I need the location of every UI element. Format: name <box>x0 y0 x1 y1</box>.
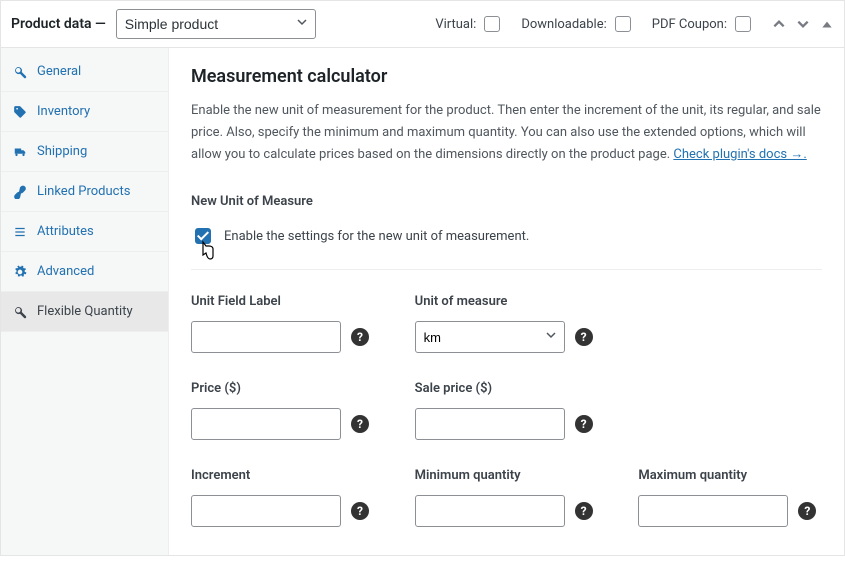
field-unit-measure: Unit of measure km ? <box>415 294 599 353</box>
pdf-coupon-checkbox[interactable] <box>735 16 751 32</box>
downloadable-toggle[interactable]: Downloadable: <box>521 13 633 35</box>
product-data-panel: Product data — Simple product Virtual: D… <box>0 0 845 556</box>
section-description: Enable the new unit of measurement for t… <box>191 100 822 166</box>
increment-input[interactable] <box>191 495 341 527</box>
panel-title: Product data — <box>11 16 106 32</box>
enable-checkbox[interactable] <box>195 228 211 244</box>
move-down-icon[interactable] <box>796 17 810 31</box>
field-min-qty: Minimum quantity ? <box>415 468 599 527</box>
help-icon[interactable]: ? <box>351 415 369 433</box>
tab-attributes[interactable]: Attributes <box>1 212 168 252</box>
help-icon[interactable]: ? <box>575 502 593 520</box>
help-icon[interactable]: ? <box>575 328 593 346</box>
help-icon[interactable]: ? <box>351 328 369 346</box>
help-icon[interactable]: ? <box>351 502 369 520</box>
price-input[interactable] <box>191 408 341 440</box>
gear-icon <box>13 265 29 279</box>
help-icon[interactable]: ? <box>575 415 593 433</box>
field-sale-price: Sale price ($) ? <box>415 381 599 440</box>
max-qty-input[interactable] <box>638 495 788 527</box>
downloadable-checkbox[interactable] <box>615 16 631 32</box>
field-increment: Increment ? <box>191 468 375 527</box>
link-icon <box>13 185 29 199</box>
list-icon <box>13 225 29 239</box>
virtual-toggle[interactable]: Virtual: <box>435 13 503 35</box>
subsection-heading: New Unit of Measure <box>191 194 822 209</box>
tab-general[interactable]: General <box>1 52 168 92</box>
help-icon[interactable]: ? <box>798 502 816 520</box>
virtual-checkbox[interactable] <box>484 16 500 32</box>
field-unit-label: Unit Field Label ? <box>191 294 375 353</box>
tag-icon <box>13 105 29 119</box>
docs-link[interactable]: Check plugin's docs →. <box>673 147 806 162</box>
tab-inventory[interactable]: Inventory <box>1 92 168 132</box>
pdf-coupon-toggle[interactable]: PDF Coupon: <box>652 13 754 35</box>
tab-advanced[interactable]: Advanced <box>1 252 168 292</box>
panel-header: Product data — Simple product Virtual: D… <box>1 1 844 48</box>
truck-icon <box>13 145 29 159</box>
tab-flexible-quantity[interactable]: Flexible Quantity <box>1 292 168 332</box>
field-max-qty: Maximum quantity ? <box>638 468 822 527</box>
sale-price-input[interactable] <box>415 408 565 440</box>
field-price: Price ($) ? <box>191 381 375 440</box>
wrench-icon <box>13 65 29 79</box>
tab-linked-products[interactable]: Linked Products <box>1 172 168 212</box>
wrench-icon <box>13 305 29 319</box>
product-tabs-sidebar: General Inventory Shipping Linked Produc… <box>1 48 169 555</box>
product-type-select[interactable]: Simple product <box>116 9 316 39</box>
move-up-icon[interactable] <box>772 17 786 31</box>
unit-label-input[interactable] <box>191 321 341 353</box>
section-heading: Measurement calculator <box>191 66 822 87</box>
unit-measure-select[interactable]: km <box>415 321 565 353</box>
tab-shipping[interactable]: Shipping <box>1 132 168 172</box>
tab-content: Measurement calculator Enable the new un… <box>169 48 844 555</box>
collapse-icon[interactable] <box>820 17 834 31</box>
enable-label: Enable the settings for the new unit of … <box>224 229 529 244</box>
min-qty-input[interactable] <box>415 495 565 527</box>
